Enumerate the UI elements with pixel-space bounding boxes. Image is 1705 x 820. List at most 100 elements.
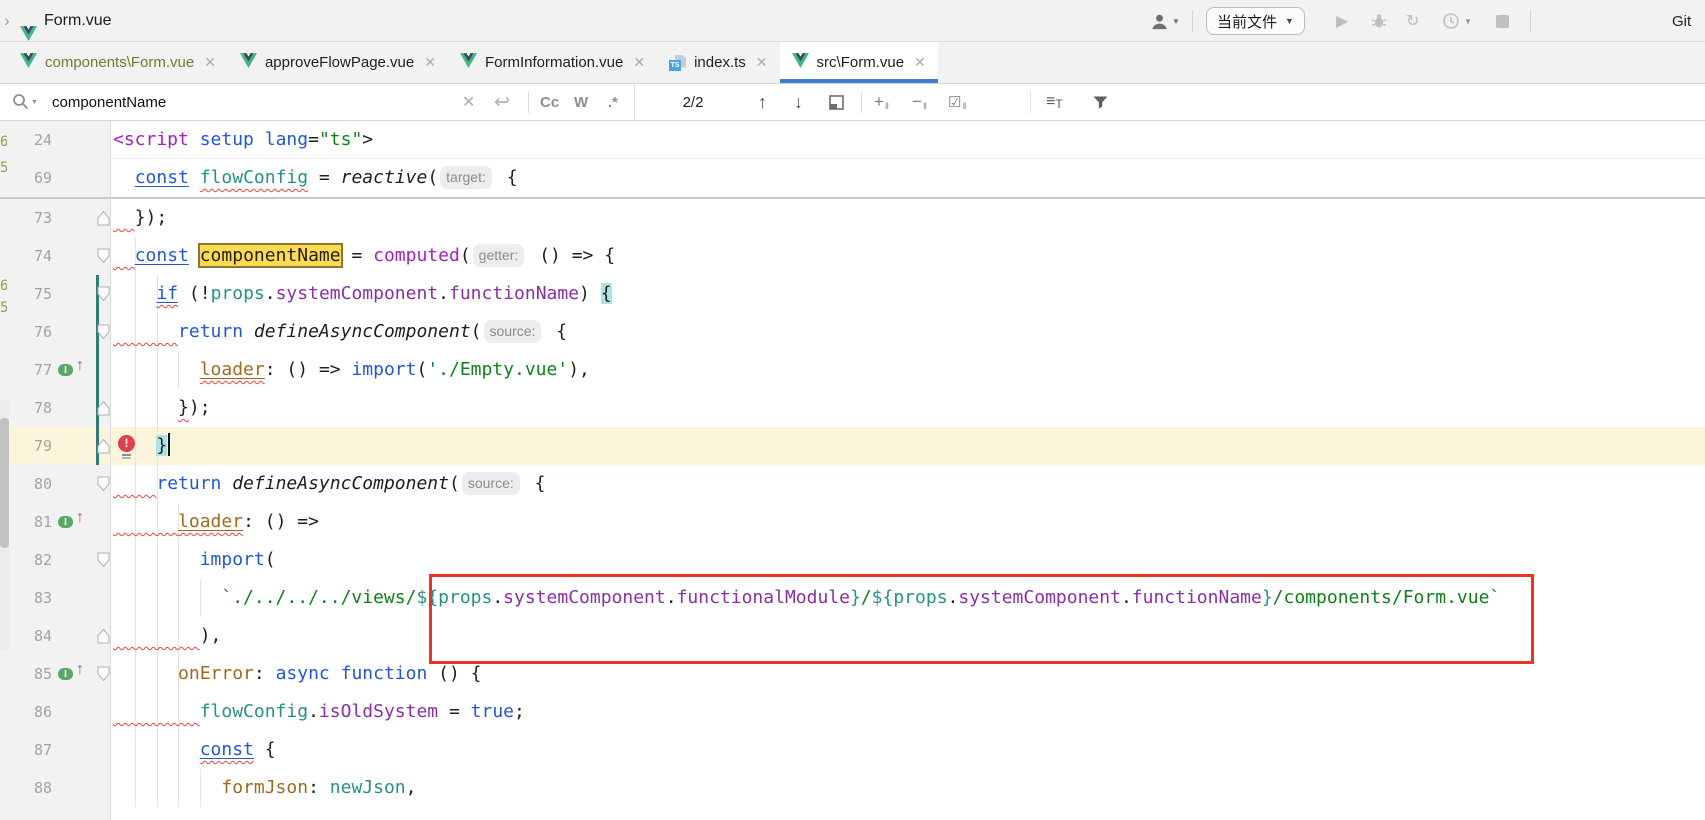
code-line-76[interactable]: 76 return defineAsyncComponent(source: { [0,313,1705,351]
fold-marker-icon[interactable] [97,400,110,416]
line-number[interactable]: 85 [0,655,52,693]
next-occurrence-button[interactable]: ↓ [794,84,803,120]
tab-FormInformation.vue[interactable]: FormInformation.vue✕ [448,42,657,83]
divider [861,92,862,113]
fold-marker-icon[interactable] [97,476,110,492]
divider [634,84,635,121]
run-button[interactable]: ▶ [1336,0,1348,42]
code-text: }); [113,199,167,237]
profiler-button[interactable]: ▼ [1442,0,1472,42]
words-toggle[interactable]: W [574,84,588,120]
search-icon[interactable]: ▼ [12,84,38,120]
line-number[interactable]: 73 [0,199,52,237]
code-line-78[interactable]: 78 }); [0,389,1705,427]
search-in-selection-button[interactable] [828,84,845,120]
line-number[interactable]: 24 [0,121,52,159]
line-number[interactable]: 87 [0,731,52,769]
close-tab-icon[interactable]: ✕ [633,54,645,71]
title-bar: › Form.vue ▼ 当前文件 ▼ ▶ ↻ ▼ Git [0,0,1705,42]
navigate-up-icon[interactable]: ↑ [76,661,84,679]
clipped-line-number: 6 [0,278,7,294]
code-line-75[interactable]: 75 if (!props.systemComponent.functionNa… [0,275,1705,313]
parameter-hint: source: [484,320,542,343]
close-tab-icon[interactable]: ✕ [424,54,436,71]
tab-src-Form.vue[interactable]: src\Form.vue✕ [780,42,938,83]
fold-marker-icon[interactable] [97,628,110,644]
code-line-69[interactable]: 69 const flowConfig = reactive(target: { [0,159,1705,197]
fold-marker-icon[interactable] [97,438,110,454]
newline-icon[interactable]: ↩ [494,84,510,120]
chevron-down-icon: ▼ [1172,17,1180,26]
line-number[interactable]: 86 [0,693,52,731]
code-line-87[interactable]: 87 const { [0,731,1705,769]
fold-marker-icon[interactable] [97,210,110,226]
implemented-marker-icon[interactable]: I [58,516,73,528]
git-menu[interactable]: Git [1672,0,1691,42]
run-with-coverage-button[interactable]: ↻ [1406,0,1419,42]
code-line-86[interactable]: 86 flowConfig.isOldSystem = true; [0,693,1705,731]
code-line-88[interactable]: 88 formJson: newJson, [0,769,1705,807]
implemented-marker-icon[interactable]: I [58,364,73,376]
code-text: onError: async function () { [113,655,482,693]
parameter-hint: target: [440,166,492,189]
code-text: flowConfig.isOldSystem = true; [113,693,525,731]
filter-button[interactable] [1092,84,1109,120]
line-number[interactable]: 69 [0,159,52,197]
line-number[interactable]: 77 [0,351,52,389]
code-line-74[interactable]: 74 const componentName = computed(getter… [0,237,1705,275]
search-input[interactable] [52,84,442,120]
navigate-up-icon[interactable]: ↑ [76,509,84,527]
code-line-24[interactable]: 24<script setup lang="ts"> [0,121,1705,159]
clipped-line-number: 6 [0,134,7,150]
tab-label: components\Form.vue [45,54,194,71]
vue-file-icon [460,53,477,72]
code-line-77[interactable]: 77I↑ loader: () => import('./Empty.vue')… [0,351,1705,389]
divider [1030,92,1031,113]
remove-selection-button[interactable]: −II [912,84,925,120]
stop-button[interactable] [1496,0,1509,42]
code-text: loader: () => [113,503,319,541]
parameter-hint: getter: [473,244,525,267]
breadcrumb-chevron-icon: › [4,0,10,42]
previous-occurrence-button[interactable]: ↑ [758,84,767,120]
match-case-toggle[interactable]: Cc [540,84,559,120]
code-text: ), [113,617,221,655]
close-tab-icon[interactable]: ✕ [204,54,216,71]
tab-approveFlowPage.vue[interactable]: approveFlowPage.vue ✕ [228,42,448,83]
code-editor[interactable]: 24<script setup lang="ts">69 const flowC… [0,121,1705,820]
line-number[interactable]: 88 [0,769,52,807]
tab-index.ts[interactable]: TSindex.ts✕ [657,42,779,83]
navigate-up-icon[interactable]: ↑ [76,357,84,375]
line-number[interactable]: 75 [0,275,52,313]
fold-marker-icon[interactable] [97,324,110,340]
preserve-case-button[interactable]: ≡T [1046,84,1063,120]
tab-label: index.ts [694,54,746,71]
tab-components-Form.vue[interactable]: components\Form.vue ✕ [8,42,228,83]
fold-marker-icon[interactable] [97,552,110,568]
user-account-button[interactable]: ▼ [1150,0,1180,42]
fold-marker-icon[interactable] [97,286,110,302]
clipped-line-number: 5 [0,160,7,176]
code-line-79[interactable]: 79! } [0,427,1705,465]
code-line-80[interactable]: 80 return defineAsyncComponent(source: { [0,465,1705,503]
search-bar: ▼ ✕ ↩ CcW.* 2/2 ↑ ↓ +II −II ☑II ≡T [0,84,1705,121]
implemented-marker-icon[interactable]: I [58,668,73,680]
chevron-down-icon: ▼ [31,99,38,106]
debug-button[interactable] [1370,0,1388,42]
clear-search-icon[interactable]: ✕ [462,84,475,120]
close-tab-icon[interactable]: ✕ [756,54,768,71]
select-all-occurrences-button[interactable]: ☑II [948,84,964,120]
fold-marker-icon[interactable] [97,248,110,264]
add-selection-button[interactable]: +II [874,84,887,120]
line-number[interactable]: 76 [0,313,52,351]
run-configuration-select[interactable]: 当前文件 ▼ [1206,7,1305,35]
line-number[interactable]: 74 [0,237,52,275]
code-line-81[interactable]: 81I↑ loader: () => [0,503,1705,541]
chevron-down-icon: ▼ [1464,17,1472,26]
close-tab-icon[interactable]: ✕ [914,54,926,71]
run-configuration-label: 当前文件 [1217,11,1277,32]
regex-toggle[interactable]: .* [608,84,618,120]
fold-marker-icon[interactable] [97,666,110,682]
tab-label: approveFlowPage.vue [265,54,414,71]
code-line-73[interactable]: 73 }); [0,199,1705,237]
